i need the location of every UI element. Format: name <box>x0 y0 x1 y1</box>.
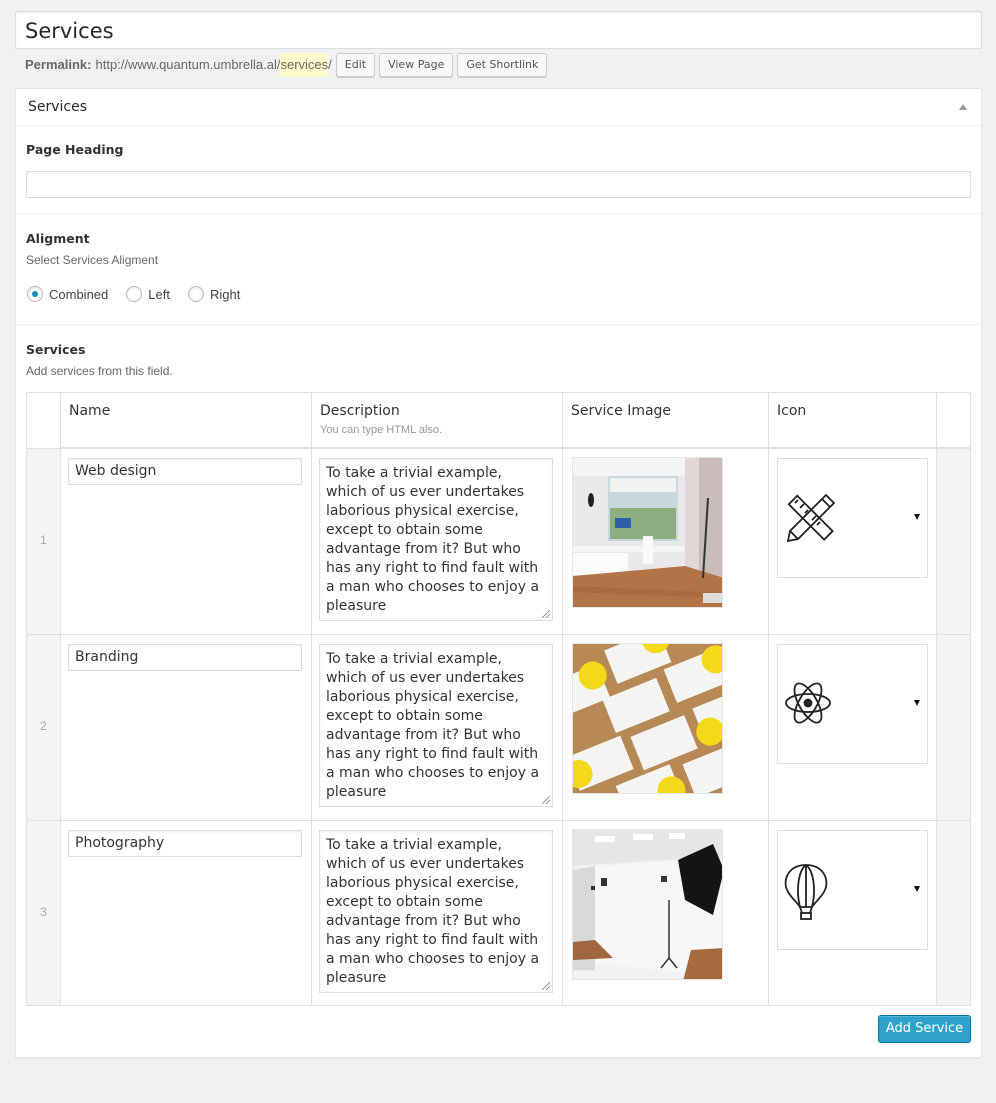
service-description-text: To take a trivial example, which of us e… <box>326 651 540 800</box>
alignment-radio-group: Combined Left Right <box>27 284 258 304</box>
services-label: Services <box>26 342 86 357</box>
metabox-header[interactable]: Services <box>16 89 981 126</box>
services-description: Add services from this field. <box>26 364 173 378</box>
radio-option-left[interactable]: Left <box>126 286 170 302</box>
service-description-textarea[interactable]: To take a trivial example, which of us e… <box>319 644 553 807</box>
get-shortlink-button[interactable]: Get Shortlink <box>457 53 548 77</box>
radio-label-left: Left <box>148 286 170 302</box>
radio-right[interactable] <box>187 286 204 302</box>
edit-permalink-button[interactable]: Edit <box>335 53 376 77</box>
radio-label-right: Right <box>209 286 241 302</box>
field-divider <box>16 213 981 214</box>
icon-select[interactable] <box>777 644 928 764</box>
row-number[interactable]: 2 <box>27 719 60 733</box>
services-repeater-table: Name Description You can type HTML also.… <box>26 392 971 1006</box>
row-number[interactable]: 1 <box>27 533 60 547</box>
radio-combined[interactable] <box>27 286 43 302</box>
permalink-trailing: / <box>328 57 332 72</box>
view-page-button[interactable]: View Page <box>379 53 454 77</box>
row-number[interactable]: 3 <box>27 905 60 919</box>
hot-air-balloon-icon <box>784 864 828 920</box>
service-name-input[interactable]: Photography <box>68 830 302 857</box>
resize-grip-icon[interactable] <box>542 982 550 990</box>
business-cards-photo <box>573 644 722 793</box>
permalink-bar: Permalink: http://www.quantum.umbrella.a… <box>25 53 548 77</box>
add-service-button[interactable]: Add Service <box>878 1015 971 1043</box>
resize-grip-icon[interactable] <box>542 610 550 618</box>
service-image[interactable] <box>572 457 723 608</box>
column-hint-description: You can type HTML also. <box>320 424 443 436</box>
service-description-text: To take a trivial example, which of us e… <box>326 837 540 986</box>
table-row: 3 Photography To take a trivial example,… <box>27 820 970 1006</box>
page-heading-label: Page Heading <box>26 142 124 157</box>
column-header-icon: Icon <box>777 403 807 419</box>
service-name-input[interactable]: Web design <box>68 458 302 485</box>
atom-icon <box>785 682 831 724</box>
chevron-down-icon[interactable] <box>914 700 920 706</box>
service-image[interactable] <box>572 829 723 980</box>
metabox-title: Services <box>28 99 88 115</box>
alignment-description: Select Services Aligment <box>26 253 159 267</box>
pencil-ruler-icon <box>786 493 836 543</box>
resize-grip-icon[interactable] <box>542 796 550 804</box>
radio-label-combined: Combined <box>49 286 109 302</box>
column-header-image: Service Image <box>571 403 672 419</box>
column-header-name: Name <box>69 403 111 419</box>
photo-studio-photo <box>573 830 722 979</box>
service-image[interactable] <box>572 643 723 794</box>
field-divider <box>16 324 981 325</box>
service-description-textarea[interactable]: To take a trivial example, which of us e… <box>319 458 553 621</box>
icon-select[interactable] <box>777 458 928 578</box>
page-heading-input[interactable] <box>26 171 971 198</box>
office-interior-photo <box>573 458 722 607</box>
chevron-down-icon[interactable] <box>914 886 920 892</box>
header-order-cell <box>27 393 60 448</box>
services-metabox: Services Page Heading Aligment Select Se… <box>15 88 982 1058</box>
column-header-description: Description <box>320 403 400 419</box>
collapse-arrow-icon[interactable] <box>959 104 967 110</box>
service-description-text: To take a trivial example, which of us e… <box>326 465 540 614</box>
radio-option-combined[interactable]: Combined <box>27 286 108 302</box>
radio-option-right[interactable]: Right <box>187 286 241 302</box>
page-title-input[interactable]: Services <box>15 11 982 49</box>
repeater-header: Name Description You can type HTML also.… <box>27 393 970 448</box>
chevron-down-icon[interactable] <box>914 514 920 520</box>
permalink-base-url[interactable]: http://www.quantum.umbrella.al/ <box>95 53 280 77</box>
table-row: 1 Web design To take a trivial example, … <box>27 448 970 634</box>
permalink-slug[interactable]: services <box>280 53 329 77</box>
alignment-label: Aligment <box>26 231 90 246</box>
radio-left[interactable] <box>126 286 143 302</box>
permalink-label: Permalink: <box>25 57 92 72</box>
service-description-textarea[interactable]: To take a trivial example, which of us e… <box>319 830 553 993</box>
table-row: 2 Branding To take a trivial example, wh… <box>27 634 970 820</box>
service-name-input[interactable]: Branding <box>68 644 302 671</box>
icon-select[interactable] <box>777 830 928 950</box>
